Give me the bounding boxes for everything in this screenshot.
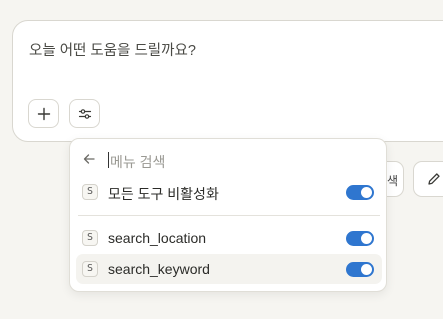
menu-item-label: search_keyword: [108, 261, 210, 277]
text-caret: [108, 152, 109, 168]
side-action-label: 색: [387, 174, 399, 188]
menu-item-disable-all[interactable]: S 모든 도구 비활성화: [76, 177, 382, 207]
skill-badge-icon: S: [82, 184, 98, 200]
menu-divider: [78, 215, 380, 216]
menu-search[interactable]: 메뉴 검색: [70, 149, 386, 171]
add-button[interactable]: [28, 99, 59, 128]
toggle-switch[interactable]: [346, 231, 374, 246]
edit-button[interactable]: [413, 161, 443, 197]
skill-badge-icon: S: [82, 261, 98, 277]
pencil-icon: [428, 173, 440, 185]
message-composer[interactable]: 오늘 어떤 도움을 드릴까요?: [12, 20, 443, 142]
tools-button[interactable]: [69, 99, 100, 128]
arrow-left-icon[interactable]: [82, 152, 96, 166]
toggle-switch[interactable]: [346, 262, 374, 277]
tools-menu: 메뉴 검색 S 모든 도구 비활성화 S search_location S s…: [69, 138, 387, 292]
composer-placeholder: 오늘 어떤 도움을 드릴까요?: [29, 43, 196, 59]
app-stage: 오늘 어떤 도움을 드릴까요? 색 메뉴 검색 S 모든 도구 비활성화 S s…: [0, 0, 443, 319]
sliders-icon: [78, 108, 91, 119]
menu-item-label: 모든 도구 비활성화: [108, 186, 219, 202]
menu-item-search-location[interactable]: S search_location: [76, 223, 382, 253]
menu-item-search-keyword[interactable]: S search_keyword: [76, 254, 382, 284]
toggle-knob: [361, 233, 372, 244]
menu-search-input[interactable]: 메뉴 검색: [110, 152, 165, 172]
menu-item-label: search_location: [108, 230, 207, 246]
skill-badge-icon: S: [82, 230, 98, 246]
toggle-switch[interactable]: [346, 185, 374, 200]
toggle-knob: [361, 187, 372, 198]
plus-icon: [37, 107, 50, 120]
toggle-knob: [361, 264, 372, 275]
